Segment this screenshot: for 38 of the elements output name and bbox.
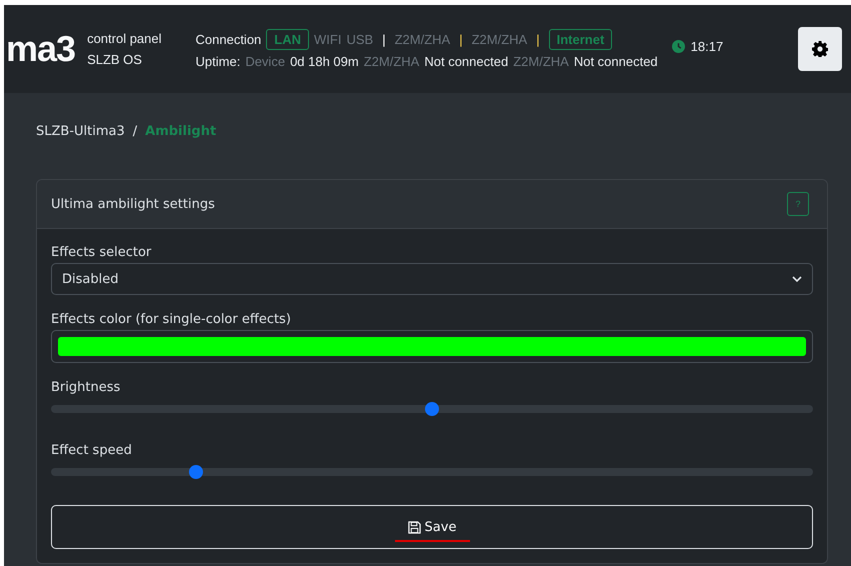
slider-thumb[interactable]	[425, 402, 439, 416]
settings-icon	[812, 41, 828, 57]
connection-type: USB	[346, 32, 374, 47]
color-field[interactable]	[51, 330, 813, 363]
separator: |	[536, 32, 540, 47]
separator: |	[459, 32, 463, 47]
field-label: Effects color (for single-color effects)	[51, 312, 292, 327]
uptime-value: Not connected	[574, 54, 658, 69]
connection-label: Connection	[196, 32, 262, 47]
clock-icon	[672, 40, 685, 52]
uptime-source: Z2M/ZHA	[513, 54, 569, 69]
uptime-value: Not connected	[424, 54, 508, 69]
subtitle-text: control panel	[87, 31, 162, 46]
connection-type: WIFI	[314, 32, 342, 47]
uptime-value: 0d 18h 09m	[290, 54, 359, 69]
breadcrumb-item: Ambilight	[145, 124, 216, 138]
effects-select[interactable]: Disabled	[51, 263, 813, 295]
field-label: Brightness	[51, 380, 122, 395]
uptime-source: Device	[245, 54, 286, 69]
connection-type: Z2M/ZHA	[394, 32, 450, 47]
logo-text: ma3	[6, 28, 76, 70]
status-badge: LAN	[266, 29, 310, 50]
chevron-down-icon	[792, 276, 802, 282]
field-label: Effects selector	[51, 245, 152, 260]
status-badge: Internet	[548, 29, 612, 50]
clock-time: 18:17	[690, 38, 724, 54]
separator: |	[382, 32, 386, 47]
uptime-source: Z2M/ZHA	[364, 54, 420, 69]
field-label: Effect speed	[51, 443, 133, 458]
slider-thumb[interactable]	[188, 465, 203, 479]
card-title: Ultima ambilight settings	[51, 196, 215, 212]
breadcrumb-separator: /	[132, 124, 138, 138]
save-button[interactable]: Save	[51, 505, 813, 549]
breadcrumb-item[interactable]: SLZB-Ultima3	[36, 124, 125, 138]
subtitle-text: SLZB OS	[87, 52, 143, 67]
settings-button[interactable]	[798, 27, 842, 71]
connection-type: Z2M/ZHA	[472, 32, 528, 47]
uptime-label: Uptime:	[196, 54, 240, 69]
